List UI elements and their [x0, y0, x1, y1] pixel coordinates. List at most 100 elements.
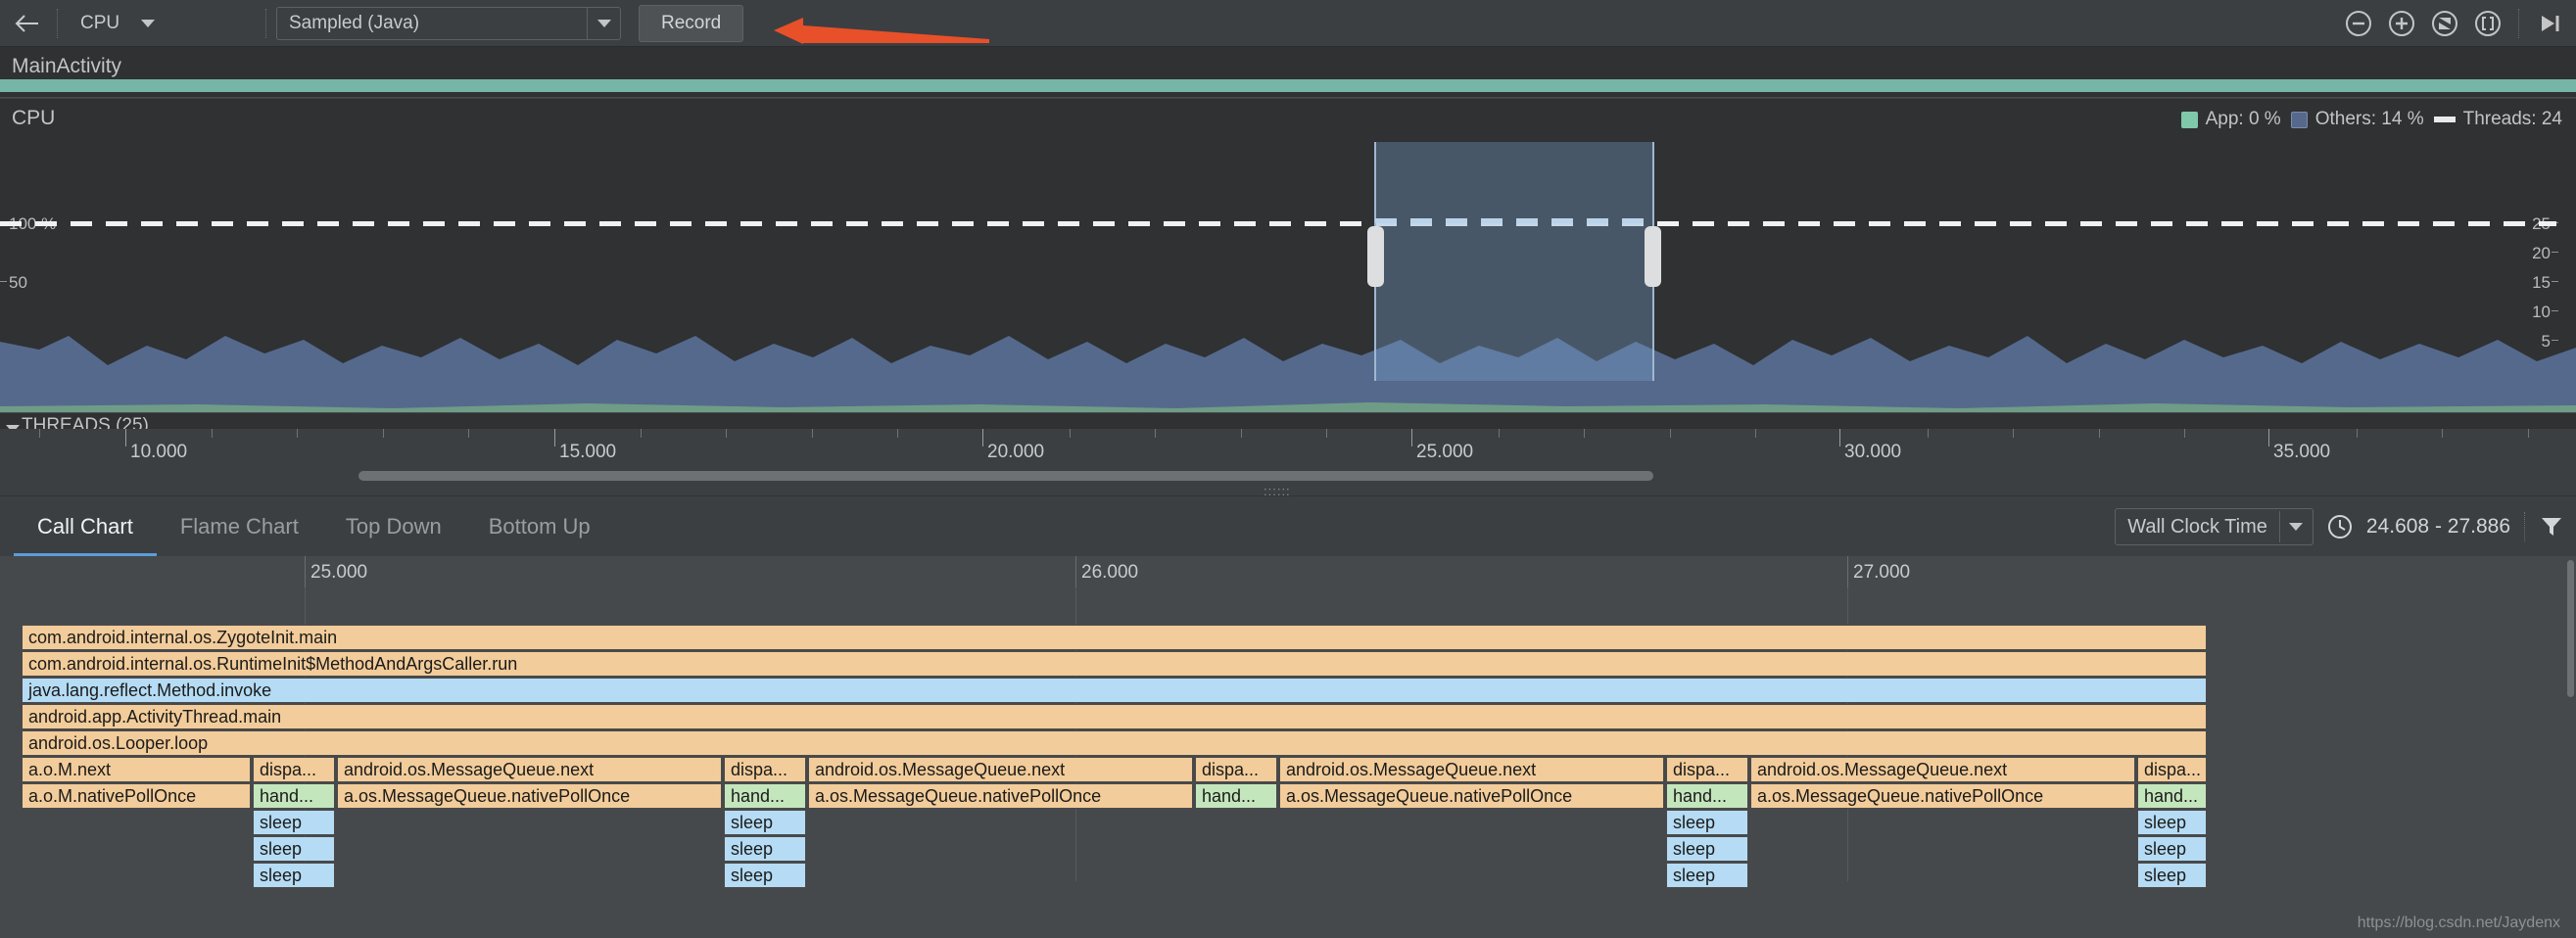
filter-icon[interactable] — [2539, 514, 2564, 539]
ruler-tick-minor — [1326, 429, 1327, 438]
call-chart-frame[interactable]: sleep — [253, 836, 335, 862]
zoom-out-icon[interactable] — [2342, 7, 2375, 40]
ruler-tick-minor — [812, 429, 813, 438]
ruler-tick-minor — [2442, 429, 2443, 438]
ruler-tick-major — [982, 429, 983, 446]
call-chart-frame[interactable]: a.o.M.nativePollOnce — [22, 783, 251, 809]
ruler-label: 25.000 — [1416, 442, 1474, 462]
selection-handle-left[interactable] — [1367, 226, 1384, 287]
activity-divider — [0, 97, 2576, 98]
zoom-to-selection-icon[interactable] — [2428, 7, 2461, 40]
ruler-tick-minor — [2099, 429, 2100, 438]
call-chart-frame[interactable]: hand... — [724, 783, 806, 809]
toolbar: CPU Sampled (Java) Record — [0, 0, 2576, 47]
call-chart-ruler-label: 26.000 — [1081, 562, 1139, 583]
analysis-tabs: Call Chart Flame Chart Top Down Bottom U… — [14, 496, 614, 557]
call-chart-frame[interactable]: hand... — [2137, 783, 2207, 809]
call-chart-tick — [305, 556, 306, 587]
cpu-usage-area-chart — [0, 336, 2576, 412]
activity-row: MainActivity — [0, 47, 2576, 98]
timeline-scrollbar[interactable] — [358, 471, 1653, 481]
cpu-100-percent-line — [0, 221, 2556, 226]
call-chart-vertical-scrollbar[interactable] — [2567, 560, 2574, 697]
call-chart-frame[interactable]: sleep — [253, 810, 335, 835]
ruler-tick-minor — [468, 429, 469, 438]
call-chart-frame[interactable]: android.os.MessageQueue.next — [1750, 757, 2135, 782]
call-chart-ruler-label: 27.000 — [1853, 562, 1911, 583]
profiler-type-select[interactable]: CPU — [68, 6, 262, 40]
call-chart-frame[interactable]: hand... — [1666, 783, 1748, 809]
record-button[interactable]: Record — [639, 4, 744, 42]
reset-zoom-icon[interactable] — [2471, 7, 2504, 40]
call-chart-frame[interactable]: a.os.MessageQueue.nativePollOnce — [1279, 783, 1664, 809]
zoom-in-icon[interactable] — [2385, 7, 2418, 40]
call-chart-tick — [1075, 556, 1076, 587]
call-chart-frame[interactable]: sleep — [253, 863, 335, 888]
ruler-tick-minor — [1241, 429, 1242, 438]
call-chart-frame[interactable]: sleep — [2137, 863, 2207, 888]
ruler-tick-minor — [897, 429, 898, 438]
call-chart-frame[interactable]: sleep — [1666, 863, 1748, 888]
call-chart-frame[interactable]: dispa... — [2137, 757, 2207, 782]
call-chart-frame[interactable]: sleep — [724, 810, 806, 835]
clock-icon — [2327, 515, 2352, 539]
call-chart-frame[interactable]: sleep — [1666, 836, 1748, 862]
chevron-down-icon — [131, 8, 165, 39]
ruler-tick-minor — [2357, 429, 2358, 438]
call-chart-frame[interactable]: sleep — [724, 863, 806, 888]
ruler-tick-minor — [1070, 429, 1071, 438]
ruler-tick-minor — [2013, 429, 2014, 438]
call-chart-frame[interactable]: a.o.M.next — [22, 757, 251, 782]
ruler-label: 15.000 — [559, 442, 617, 462]
back-button[interactable] — [0, 0, 53, 47]
timeline-ruler[interactable]: 10.000 15.000 20.000 25.000 30.000 35.000 — [0, 429, 2576, 466]
call-chart[interactable]: 25.000 26.000 27.000 com.android.internal.… — [0, 556, 2576, 938]
clock-type-select[interactable]: Wall Clock Time — [2115, 508, 2314, 545]
call-chart-frame[interactable]: android.os.Looper.loop — [22, 730, 2207, 756]
call-chart-frame[interactable]: dispa... — [724, 757, 806, 782]
analysis-tab-actions: Wall Clock Time 24.608 - 27.886 — [2115, 508, 2564, 545]
ruler-tick-minor — [297, 429, 298, 438]
trace-config-value: Sampled (Java) — [289, 12, 420, 33]
selection-duration-label: 24.608 - 27.886 — [2365, 515, 2510, 538]
call-chart-frame[interactable]: a.os.MessageQueue.nativePollOnce — [337, 783, 722, 809]
cpu-monitor[interactable]: CPU App: 0 % Others: 14 % Threads: 24 10… — [0, 99, 2576, 412]
call-chart-frame[interactable]: dispa... — [253, 757, 335, 782]
call-chart-tick — [1847, 556, 1848, 587]
trace-config-select[interactable]: Sampled (Java) — [276, 6, 621, 40]
tab-call-chart[interactable]: Call Chart — [14, 496, 157, 557]
call-chart-frame[interactable]: com.android.internal.os.ZygoteInit.main — [22, 625, 2207, 650]
call-chart-frame[interactable]: com.android.internal.os.RuntimeInit$Meth… — [22, 651, 2207, 677]
call-chart-frame[interactable]: a.os.MessageQueue.nativePollOnce — [1750, 783, 2135, 809]
selection-threads-line — [1375, 218, 1651, 223]
jump-to-live-icon[interactable] — [2533, 7, 2566, 40]
call-chart-frame[interactable]: sleep — [724, 836, 806, 862]
selection-handle-right[interactable] — [1645, 226, 1661, 287]
call-chart-frame[interactable]: android.os.MessageQueue.next — [1279, 757, 1664, 782]
tab-top-down[interactable]: Top Down — [322, 496, 465, 557]
call-chart-frame[interactable]: dispa... — [1666, 757, 1748, 782]
ruler-tick-minor — [641, 429, 642, 438]
profiler-type-value: CPU — [80, 12, 120, 33]
call-chart-frame[interactable]: android.app.ActivityThread.main — [22, 704, 2207, 729]
call-chart-frame[interactable]: a.os.MessageQueue.nativePollOnce — [808, 783, 1193, 809]
call-chart-frame[interactable]: android.os.MessageQueue.next — [808, 757, 1193, 782]
call-chart-frame[interactable]: android.os.MessageQueue.next — [337, 757, 722, 782]
ruler-label: 30.000 — [1844, 442, 1902, 462]
tab-bottom-up[interactable]: Bottom Up — [465, 496, 614, 557]
ruler-tick-minor — [39, 429, 40, 438]
call-chart-ruler: 25.000 26.000 27.000 — [0, 556, 2576, 587]
watermark: https://blog.csdn.net/Jaydenx — [2357, 915, 2560, 931]
ruler-tick-minor — [2528, 429, 2529, 438]
toolbar-divider-1 — [57, 8, 58, 38]
toolbar-divider-4 — [2524, 512, 2525, 541]
call-chart-frame[interactable]: hand... — [1195, 783, 1277, 809]
tab-flame-chart[interactable]: Flame Chart — [157, 496, 322, 557]
call-chart-frame[interactable]: sleep — [1666, 810, 1748, 835]
call-chart-frame[interactable]: sleep — [2137, 836, 2207, 862]
timeline-selection[interactable] — [1367, 142, 1661, 381]
call-chart-frame[interactable]: sleep — [2137, 810, 2207, 835]
call-chart-frame[interactable]: java.lang.reflect.Method.invoke — [22, 678, 2207, 703]
call-chart-frame[interactable]: dispa... — [1195, 757, 1277, 782]
call-chart-frame[interactable]: hand... — [253, 783, 335, 809]
